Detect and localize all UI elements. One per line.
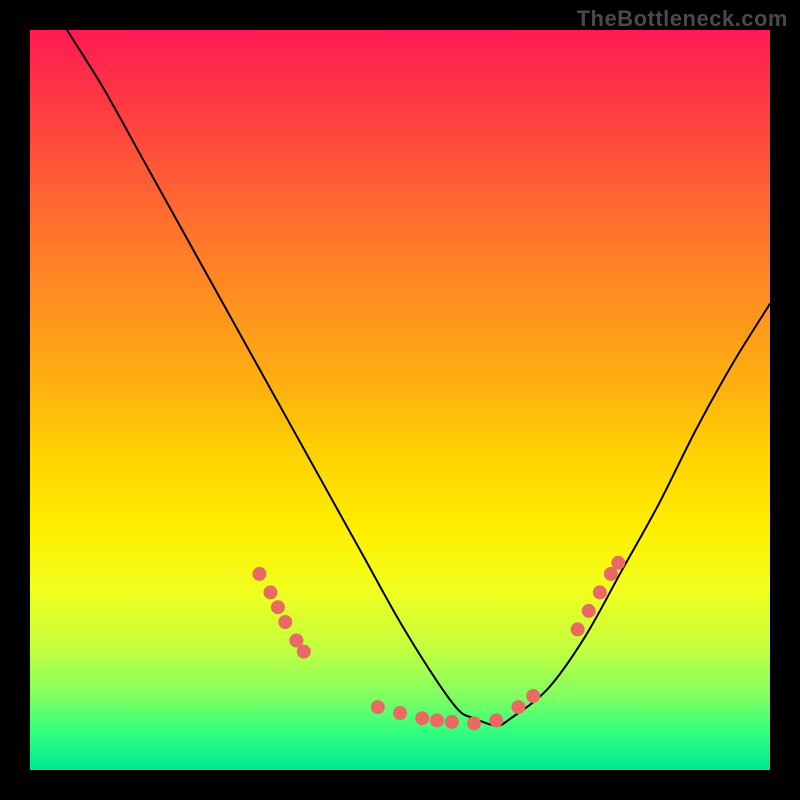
curve-marker: [252, 567, 266, 581]
curve-marker: [582, 604, 596, 618]
curve-marker: [593, 585, 607, 599]
curve-marker: [526, 689, 540, 703]
curve-marker: [393, 706, 407, 720]
curve-marker: [489, 713, 503, 727]
curve-marker: [264, 585, 278, 599]
watermark-text: TheBottleneck.com: [577, 6, 788, 32]
bottleneck-curve: [30, 30, 770, 726]
curve-marker: [467, 716, 481, 730]
chart-frame: TheBottleneck.com: [0, 0, 800, 800]
curve-marker: [415, 711, 429, 725]
curve-marker: [430, 713, 444, 727]
curve-marker: [511, 700, 525, 714]
curve-marker: [571, 622, 585, 636]
curve-marker: [271, 600, 285, 614]
curve-marker: [278, 615, 292, 629]
curve-marker: [611, 556, 625, 570]
curve-marker: [371, 700, 385, 714]
curve-marker: [297, 645, 311, 659]
curve-markers: [252, 556, 625, 731]
curve-marker: [445, 715, 459, 729]
curve-layer: [30, 30, 770, 770]
